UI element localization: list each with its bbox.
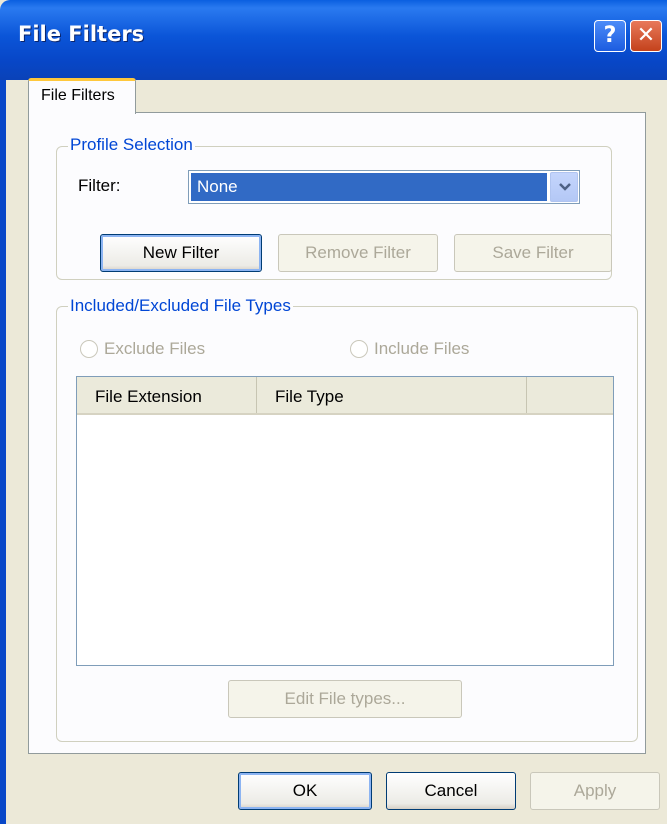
filter-dropdown-button[interactable] <box>550 172 578 202</box>
include-files-label: Include Files <box>374 339 470 358</box>
exclude-files-label: Exclude Files <box>104 339 206 358</box>
window-title: File Filters <box>18 22 145 46</box>
column-header-file-type[interactable]: File Type <box>257 377 527 413</box>
save-filter-button[interactable]: Save Filter <box>454 234 612 272</box>
include-files-radio[interactable] <box>350 340 368 358</box>
profile-selection-label: Profile Selection <box>68 135 195 155</box>
column-header-file-extension[interactable]: File Extension <box>77 377 257 413</box>
file-types-label: Included/Excluded File Types <box>68 296 293 316</box>
tab-file-filters[interactable]: File Filters <box>28 78 136 114</box>
filter-select[interactable]: None <box>188 170 580 204</box>
ok-button[interactable]: OK <box>238 772 372 810</box>
title-bar[interactable]: File Filters ? ✕ <box>0 0 667 80</box>
cancel-button[interactable]: Cancel <box>386 772 516 810</box>
file-types-list[interactable]: File Extension File Type <box>76 376 614 666</box>
filter-label: Filter: <box>78 176 121 195</box>
help-button[interactable]: ? <box>594 20 626 52</box>
filter-select-value: None <box>191 173 547 201</box>
remove-filter-button[interactable]: Remove Filter <box>278 234 438 272</box>
tab-label: File Filters <box>41 87 115 104</box>
close-button[interactable]: ✕ <box>630 20 662 52</box>
help-icon: ? <box>603 23 617 48</box>
window-border <box>0 80 6 824</box>
new-filter-button[interactable]: New Filter <box>100 234 262 272</box>
apply-button[interactable]: Apply <box>530 772 660 810</box>
edit-file-types-button[interactable]: Edit File types... <box>228 680 462 718</box>
close-icon: ✕ <box>636 23 656 48</box>
chevron-down-icon <box>559 183 571 191</box>
list-header: File Extension File Type <box>77 377 613 415</box>
exclude-files-radio[interactable] <box>80 340 98 358</box>
